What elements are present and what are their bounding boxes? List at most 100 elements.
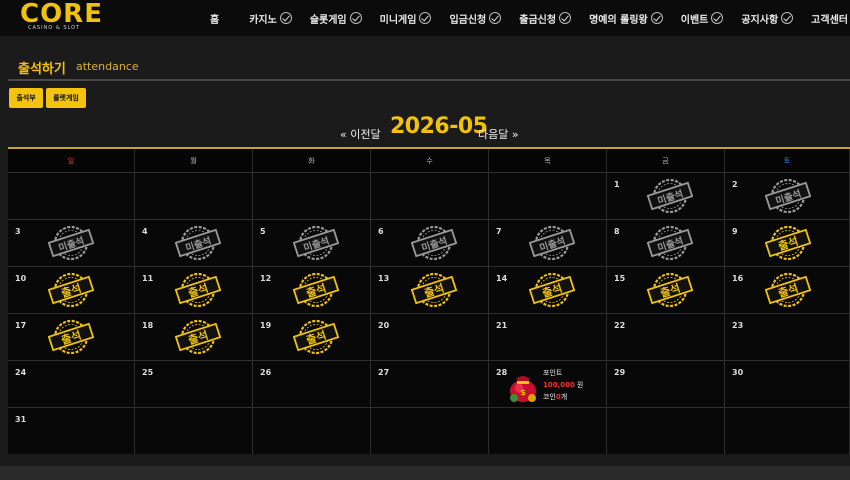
calendar-day-cell[interactable]: 12 출석 [253, 266, 371, 313]
nav-item-4[interactable]: 입금신청 [449, 11, 502, 26]
calendar-day-cell[interactable]: 11 출석 [135, 266, 253, 313]
calendar-day-cell[interactable]: 3 미출석 [8, 219, 135, 266]
core-logo[interactable]: CORE CASINO & SLOT [20, 0, 102, 34]
calendar-day-cell[interactable]: 8 미출석 [607, 219, 725, 266]
calendar-day-cell[interactable]: 14 출석 [489, 266, 607, 313]
day-number: 25 [142, 368, 154, 377]
absent-stamp: 미출석 [411, 225, 457, 261]
calendar-day-cell[interactable]: 17 출석 [8, 313, 135, 360]
calendar-day-cell[interactable]: 20 [371, 313, 489, 360]
day-number: 15 [614, 274, 626, 283]
day-number: 19 [260, 321, 272, 330]
check-circle-icon [349, 12, 362, 24]
calendar-day-cell[interactable]: 21 [489, 313, 607, 360]
nav-item-label: 카지노 [249, 14, 277, 26]
stamp-label: 출석 [59, 328, 83, 348]
weekday-header: 일월화수목금토 [8, 149, 850, 172]
money-bag-icon: $ [510, 376, 536, 402]
calendar-empty-cell [489, 407, 607, 454]
stamp-label: 출석 [186, 328, 210, 348]
calendar-day-cell[interactable]: 28 $ 포인트 100,000 원 코인0개 [489, 360, 607, 407]
nav-item-label: 공지사항 [741, 14, 779, 26]
calendar-day-cell[interactable]: 26 [253, 360, 371, 407]
calendar-day-cell[interactable]: 31 [8, 407, 135, 454]
calendar-day-cell[interactable]: 22 [607, 313, 725, 360]
roulette-game-button[interactable]: 룰렛게임 [46, 88, 86, 108]
stamp-label: 출석 [59, 281, 83, 301]
nav-item-7[interactable]: 이벤트 [681, 11, 724, 26]
calendar-empty-cell [607, 407, 725, 454]
nav-item-9[interactable]: 고객센터 [811, 11, 850, 26]
coin-suffix: 개 [560, 393, 568, 401]
check-circle-icon [559, 12, 572, 24]
coin-prefix: 코인 [543, 393, 556, 401]
day-number: 14 [496, 274, 508, 283]
calendar-day-cell[interactable]: 1 미출석 [607, 172, 725, 219]
weekday-header-cell: 화 [253, 149, 371, 172]
absent-stamp: 미출석 [765, 178, 811, 214]
check-circle-icon [650, 12, 663, 24]
calendar-empty-cell [371, 407, 489, 454]
attended-stamp: 출석 [175, 319, 221, 355]
nav-item-3[interactable]: 미니게임 [380, 11, 432, 26]
next-month-link[interactable]: 다음달 » [478, 126, 519, 142]
attendance-book-button[interactable]: 출석부 [9, 88, 43, 108]
reward-amount: 100,000 [543, 381, 575, 389]
calendar-day-cell[interactable]: 9 출석 [725, 219, 850, 266]
day-number: 29 [614, 368, 626, 377]
calendar-day-cell[interactable]: 10 출석 [8, 266, 135, 313]
month-navigation: « 이전달 2026-05 다음달 » [0, 112, 850, 142]
nav-item-2[interactable]: 슬롯게임 [310, 11, 362, 26]
check-circle-icon [279, 12, 292, 24]
absent-stamp: 미출석 [529, 225, 575, 261]
reward-unit: 원 [576, 381, 584, 389]
stamp-label: 출석 [186, 281, 210, 301]
weekday-header-cell: 금 [607, 149, 725, 172]
attended-stamp: 출석 [765, 225, 811, 261]
calendar-day-cell[interactable]: 16 출석 [725, 266, 850, 313]
calendar-day-cell[interactable]: 15 출석 [607, 266, 725, 313]
calendar-empty-cell [135, 172, 253, 219]
day-number: 26 [260, 368, 272, 377]
nav-item-5[interactable]: 출금신청 [519, 11, 572, 26]
nav-item-1[interactable]: 카지노 [249, 11, 292, 26]
day-number: 3 [15, 227, 21, 236]
day-number: 1 [614, 180, 620, 189]
page-header: 출석하기 attendance [0, 36, 850, 82]
day-number: 12 [260, 274, 272, 283]
calendar-day-cell[interactable]: 6 미출석 [371, 219, 489, 266]
calendar-day-cell[interactable]: 27 [371, 360, 489, 407]
calendar-day-cell[interactable]: 7 미출석 [489, 219, 607, 266]
day-number: 5 [260, 227, 266, 236]
check-circle-icon [489, 12, 502, 24]
calendar-day-cell[interactable]: 4 미출석 [135, 219, 253, 266]
day-number: 20 [378, 321, 390, 330]
calendar-day-cell[interactable]: 30 [725, 360, 850, 407]
prev-month-link[interactable]: « 이전달 [340, 126, 381, 142]
absent-stamp: 미출석 [647, 225, 693, 261]
calendar-empty-cell [725, 407, 850, 454]
calendar-day-cell[interactable]: 25 [135, 360, 253, 407]
reward-label: 포인트 [543, 369, 563, 377]
calendar-day-cell[interactable]: 13 출석 [371, 266, 489, 313]
calendar-day-cell[interactable]: 29 [607, 360, 725, 407]
calendar-day-cell[interactable]: 19 출석 [253, 313, 371, 360]
attended-stamp: 출석 [293, 319, 339, 355]
nav-item-0[interactable]: 홈 [210, 11, 219, 26]
calendar-week-row: 3 미출석 4 미출석 5 미출석 6 미출석 7 미출석 8 미출석 9 출석 [8, 219, 850, 266]
calendar-day-cell[interactable]: 23 [725, 313, 850, 360]
calendar-week-row: 17 출석 18 출석 19 출석 20 21 22 23 [8, 313, 850, 360]
current-month: 2026-05 [390, 114, 488, 139]
calendar-day-cell[interactable]: 2 미출석 [725, 172, 850, 219]
day-number: 13 [378, 274, 390, 283]
stamp-label: 출석 [776, 281, 800, 301]
day-number: 9 [732, 227, 738, 236]
day-number: 4 [142, 227, 148, 236]
nav-item-6[interactable]: 명예의 롤링왕 [589, 11, 663, 26]
calendar-day-cell[interactable]: 5 미출석 [253, 219, 371, 266]
nav-item-8[interactable]: 공지사항 [741, 11, 794, 26]
calendar-day-cell[interactable]: 18 출석 [135, 313, 253, 360]
day-number: 6 [378, 227, 384, 236]
main-nav: 홈 카지노 슬롯게임 미니게임 입금신청 출금신청 명예의 롤링왕 이벤트 공지사항 고객센터 [210, 0, 850, 36]
calendar-day-cell[interactable]: 24 [8, 360, 135, 407]
